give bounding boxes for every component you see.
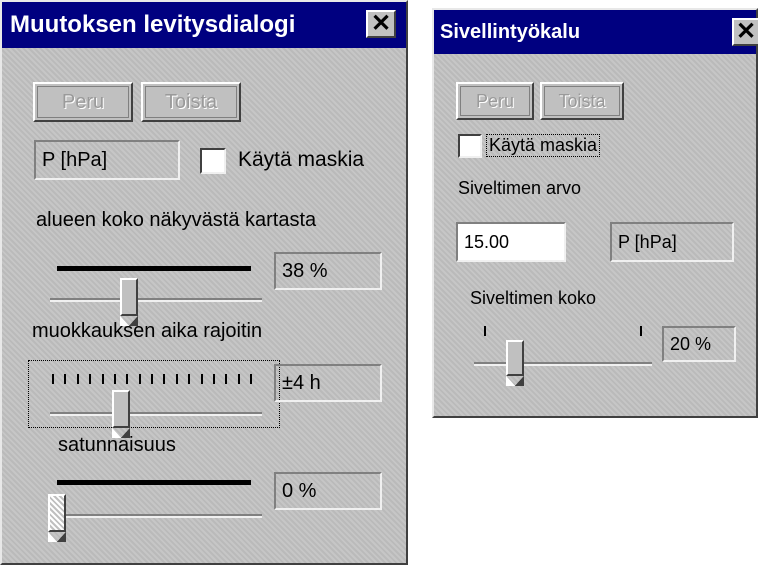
area-size-slider[interactable] <box>120 278 138 326</box>
time-limiter-ticks <box>52 374 252 384</box>
brush-tool-title: Sivellintyökalu <box>440 20 581 43</box>
time-limiter-track <box>50 412 262 416</box>
use-mask-label: Käytä maskia <box>238 148 365 171</box>
area-size-label: alueen koko näkyvästä kartasta <box>36 209 317 231</box>
brush-size-value: 20 % <box>662 326 736 362</box>
brush-size-label: Siveltimen koko <box>470 288 597 308</box>
spread-dialog-title: Muutoksen levitysdialogi <box>10 11 296 38</box>
brush-tool-dialog: Sivellintyökalu ✕ Peru Toista Käytä mask… <box>432 8 758 418</box>
redo-button[interactable]: Toista <box>141 82 241 122</box>
close-icon[interactable]: ✕ <box>732 18 758 46</box>
redo-button[interactable]: Toista <box>540 82 624 120</box>
brush-value-label: Siveltimen arvo <box>458 178 582 198</box>
close-icon[interactable]: ✕ <box>366 10 396 38</box>
randomness-value: 0 % <box>274 472 382 510</box>
use-mask-checkbox[interactable] <box>458 134 482 158</box>
brush-tool-titlebar[interactable]: Sivellintyökalu ✕ <box>434 10 758 54</box>
brush-size-track <box>474 362 652 366</box>
time-limiter-value: ±4 h <box>274 364 382 402</box>
randomness-slider[interactable] <box>48 494 66 542</box>
randomness-scale <box>57 480 251 485</box>
use-mask-checkbox[interactable] <box>200 148 226 174</box>
randomness-track <box>50 514 262 518</box>
randomness-label: satunnaisuus <box>58 434 176 456</box>
time-limiter-slider[interactable] <box>112 390 130 438</box>
parameter-field: P [hPa] <box>610 222 734 262</box>
use-mask-label: Käytä maskia <box>486 134 601 157</box>
time-limiter-focus <box>28 360 280 428</box>
parameter-field: P [hPa] <box>34 140 180 180</box>
time-limiter-label: muokkauksen aika rajoitin <box>32 320 263 342</box>
brush-value-input[interactable]: 15.00 <box>456 222 566 262</box>
brush-size-tick-left <box>484 326 486 336</box>
area-size-track <box>50 298 262 302</box>
spread-dialog: Muutoksen levitysdialogi ✕ Peru Toista P… <box>0 0 408 565</box>
area-size-value: 38 % <box>274 252 382 290</box>
brush-size-tick-right <box>640 326 642 336</box>
cancel-button[interactable]: Peru <box>33 82 133 122</box>
spread-dialog-titlebar[interactable]: Muutoksen levitysdialogi ✕ <box>2 2 406 48</box>
area-size-scale <box>57 266 251 271</box>
brush-size-slider[interactable] <box>506 340 524 386</box>
cancel-button[interactable]: Peru <box>456 82 534 120</box>
